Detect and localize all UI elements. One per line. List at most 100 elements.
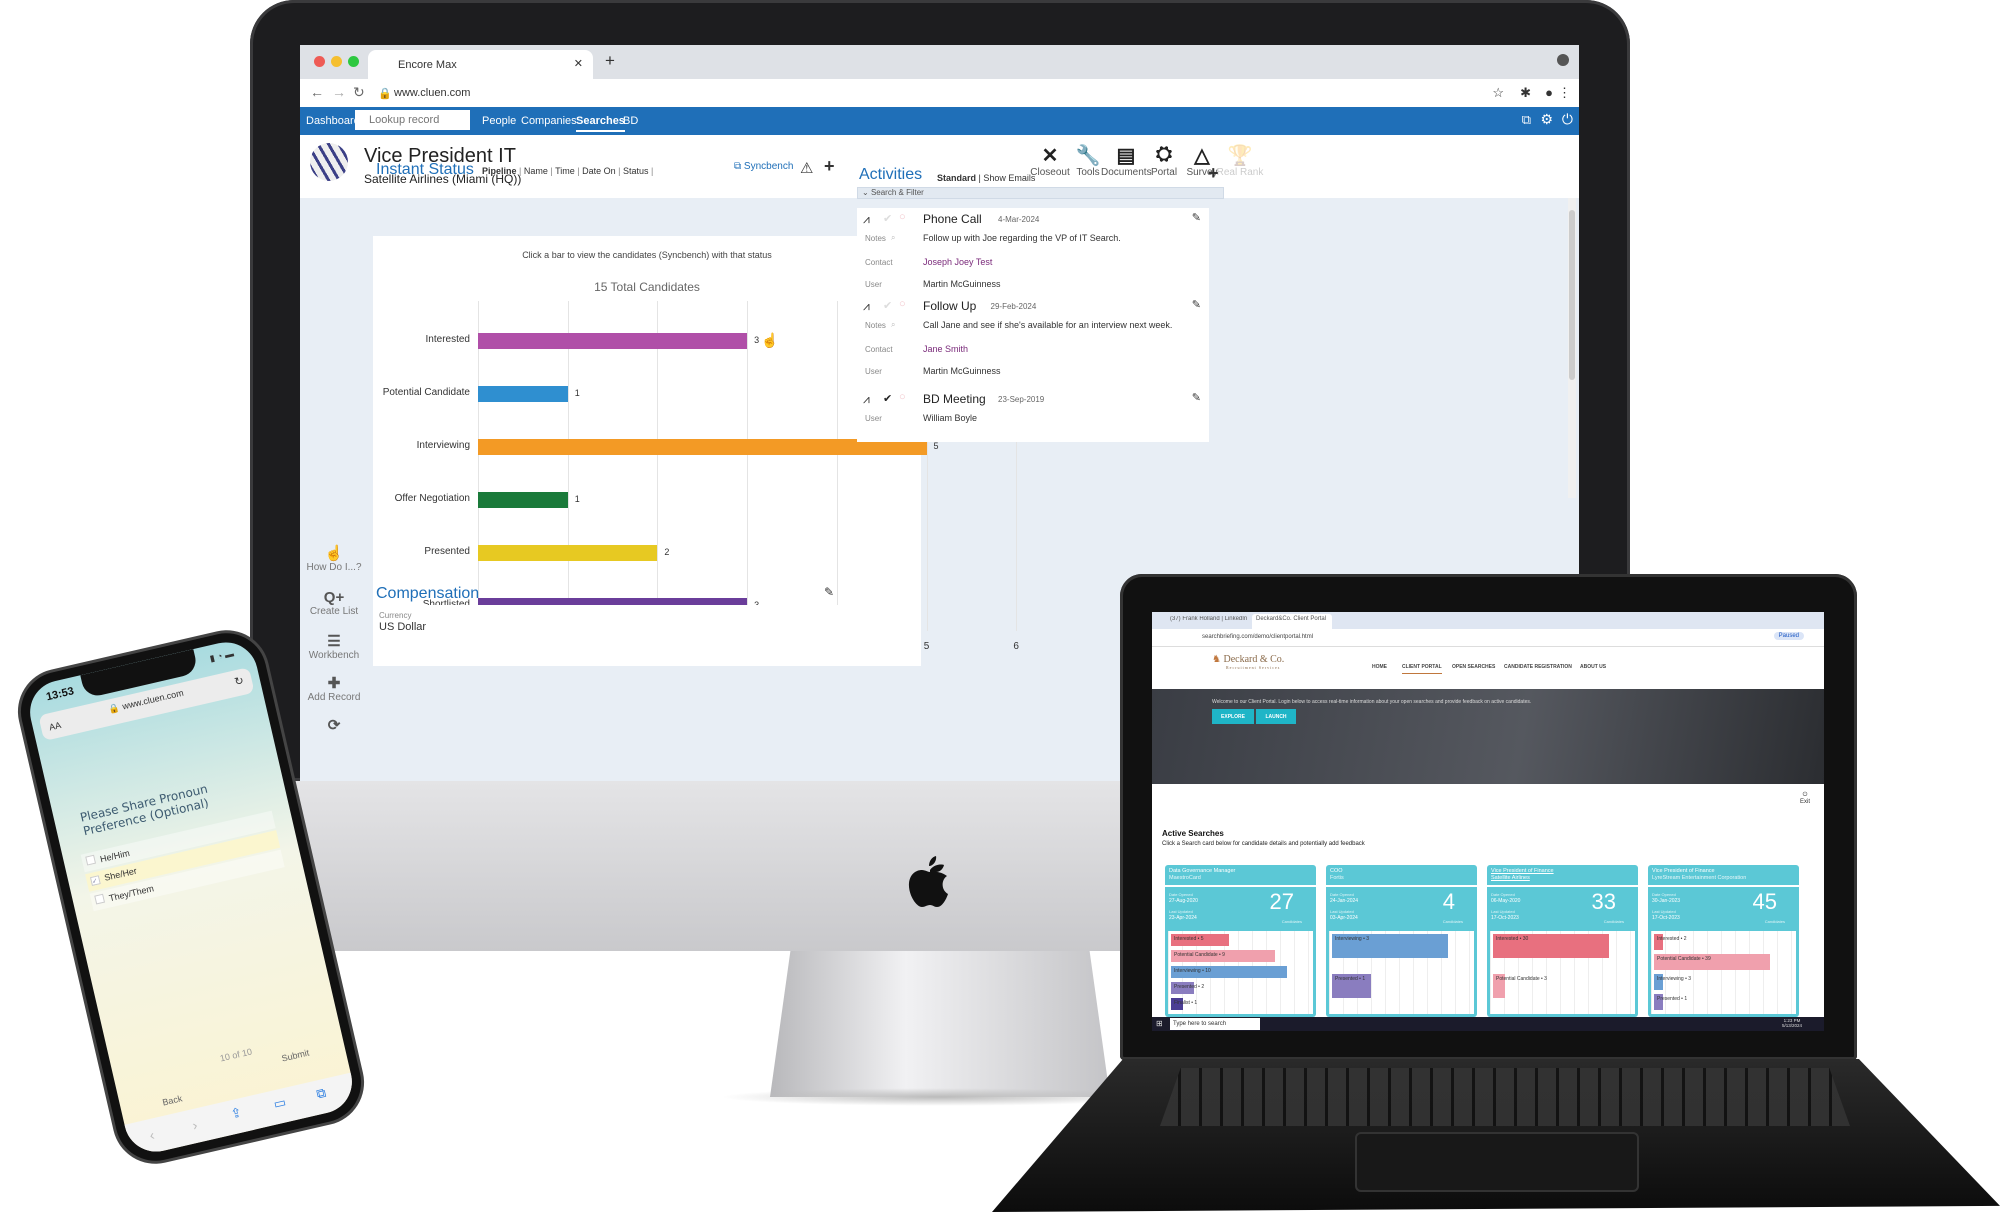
tabs-icon[interactable]: ⧉ xyxy=(315,1085,328,1103)
search-filter-toggle[interactable]: ⌄ Search & Filter xyxy=(857,187,1224,199)
menu-icon[interactable]: ⋮ xyxy=(1558,85,1571,101)
sidebar-item-create-list[interactable]: Q+ Create List xyxy=(304,589,364,617)
share-icon[interactable]: ⇪ xyxy=(229,1104,243,1122)
card-bar-interested[interactable]: Interested • 2 xyxy=(1654,934,1687,950)
explore-button[interactable]: EXPLORE xyxy=(1212,709,1254,724)
reader-aa-button[interactable]: AA xyxy=(48,720,62,732)
nav-people[interactable]: People xyxy=(482,115,516,127)
windows-start-icon[interactable]: ⊞ xyxy=(1156,1019,1163,1028)
notes-search-icon[interactable]: ⌕ xyxy=(891,233,895,243)
search-card[interactable]: Vice President of Finance Satellite Airli… xyxy=(1487,865,1638,1017)
phone-url[interactable]: www.cluen.com xyxy=(121,688,184,712)
tab-client-portal[interactable]: Deckard&Co. Client Portal xyxy=(1252,614,1332,629)
profile-icon[interactable] xyxy=(1557,54,1569,66)
card-bar-presented[interactable]: Presented • 2 xyxy=(1171,982,1204,994)
card-bar-interviewing[interactable]: Interviewing • 3 xyxy=(1654,974,1691,990)
menu-home[interactable]: HOME xyxy=(1372,664,1387,670)
close-tab-icon[interactable]: ✕ xyxy=(574,57,583,70)
card-header[interactable]: COO Fortis xyxy=(1326,865,1477,887)
edit-compensation-icon[interactable]: ✎ xyxy=(824,585,834,599)
card-bar-presented[interactable]: Presented • 1 xyxy=(1332,974,1371,998)
bar-potential-candidate[interactable] xyxy=(478,386,568,402)
add-activity-icon[interactable]: + xyxy=(1208,163,1219,184)
pronoun-checkbox[interactable]: ✓ xyxy=(89,875,101,886)
safari-back-icon[interactable]: ‹ xyxy=(148,1127,156,1144)
bookmark-star-icon[interactable]: ☆ xyxy=(1492,85,1504,101)
minimize-window-button[interactable] xyxy=(331,56,342,67)
nav-dashboard[interactable]: Dashboard xyxy=(306,115,360,127)
card-bar-presented[interactable]: Presented • 1 xyxy=(1654,994,1687,1010)
card-bar-interested[interactable]: Interested • 30 xyxy=(1493,934,1609,958)
close-window-button[interactable] xyxy=(314,56,325,67)
address-bar[interactable]: ← → ↻ 🔒 www.cluen.com ☆ ✱ ● ⋮ xyxy=(300,79,1579,107)
view-standard[interactable]: Standard xyxy=(937,173,976,183)
complete-check-icon[interactable]: ✔ xyxy=(883,212,892,225)
card-header[interactable]: Vice President of Finance LyreStream Ente… xyxy=(1648,865,1799,887)
card-header[interactable]: Data Governance Manager MaestroCard xyxy=(1165,865,1316,887)
sidebar-item-how-do-i-[interactable]: ☝ How Do I...? xyxy=(304,544,364,573)
settings-gear-icon[interactable]: ⚙ xyxy=(1540,111,1553,128)
external-link-icon[interactable]: ⧉ xyxy=(1522,112,1531,128)
activity-field-value[interactable]: Joseph Joey Test xyxy=(923,257,992,267)
profile-paused-badge[interactable]: Paused xyxy=(1773,632,1804,640)
status-circle-icon[interactable]: ○ xyxy=(899,391,906,403)
complete-check-icon[interactable]: ✔ xyxy=(883,392,892,405)
sidebar-item-refresh[interactable]: ⟳ xyxy=(304,716,364,734)
bar-presented[interactable] xyxy=(478,545,658,561)
search-card[interactable]: Data Governance Manager MaestroCard Date O… xyxy=(1165,865,1316,1017)
browser-tab[interactable]: Encore Max ✕ xyxy=(368,50,593,79)
tab-linkedin[interactable]: (37) Frank Holland | LinkedIn xyxy=(1170,616,1250,622)
laptop-address-bar[interactable]: searchbriefing.com/demo/clientportal.htm… xyxy=(1152,629,1824,647)
add-icon[interactable]: + xyxy=(824,156,835,177)
syncbench-button[interactable]: ⧉ Syncbench xyxy=(734,161,793,172)
bar-offer-negotiation[interactable] xyxy=(478,492,568,508)
phone-reload-icon[interactable]: ↻ xyxy=(233,674,245,689)
safari-forward-icon[interactable]: › xyxy=(191,1117,199,1134)
status-circle-icon[interactable]: ○ xyxy=(899,211,906,223)
account-icon[interactable]: ● xyxy=(1545,85,1553,100)
complete-check-icon[interactable]: ✔ xyxy=(883,299,892,312)
view-show-emails[interactable]: Show Emails xyxy=(983,173,1035,183)
search-card[interactable]: COO Fortis Date Opened 24-Jan-2024 Last Upda… xyxy=(1326,865,1477,1017)
nav-bd[interactable]: BD xyxy=(623,115,638,127)
search-card[interactable]: Vice President of Finance LyreStream Ente… xyxy=(1648,865,1799,1017)
status-circle-icon[interactable]: ○ xyxy=(899,298,906,310)
tab-date-on[interactable]: Date On xyxy=(582,166,616,176)
reload-icon[interactable]: ↻ xyxy=(353,84,365,101)
tab-pipeline[interactable]: Pipeline xyxy=(482,166,517,176)
activity-field-value[interactable]: Jane Smith xyxy=(923,344,968,354)
card-bar-potential-candidate[interactable]: Potential Candidate • 39 xyxy=(1654,954,1770,970)
scrollbar-thumb[interactable] xyxy=(1569,210,1575,380)
lookup-record-input[interactable] xyxy=(355,110,470,130)
pronoun-checkbox[interactable] xyxy=(85,854,97,866)
card-bar-interested[interactable]: Interested • 5 xyxy=(1171,934,1229,946)
tab-name[interactable]: Name xyxy=(524,166,548,176)
nav-searches[interactable]: Searches xyxy=(576,115,625,132)
menu-about-us[interactable]: ABOUT US xyxy=(1580,664,1606,670)
bookmarks-icon[interactable]: ▭ xyxy=(272,1094,288,1112)
menu-client-portal[interactable]: CLIENT PORTAL xyxy=(1402,664,1442,674)
back-button[interactable]: Back xyxy=(161,1093,183,1107)
forward-icon[interactable]: → xyxy=(332,84,346,100)
nav-companies[interactable]: Companies xyxy=(521,115,577,127)
brand-logo[interactable]: ♞ Deckard & Co. Recruitment Services xyxy=(1212,654,1284,670)
menu-open-searches[interactable]: OPEN SEARCHES xyxy=(1452,664,1495,670)
card-bar-finalist[interactable]: Finalist • 1 xyxy=(1171,998,1197,1010)
card-bar-interviewing[interactable]: Interviewing • 3 xyxy=(1332,934,1448,958)
card-header[interactable]: Vice President of Finance Satellite Airli… xyxy=(1487,865,1638,887)
exit-button[interactable]: ⏻ Exit xyxy=(1800,792,1810,805)
back-icon[interactable]: ← xyxy=(310,84,324,100)
sidebar-item-workbench[interactable]: ☰ Workbench xyxy=(304,632,364,661)
new-tab-button[interactable]: + xyxy=(605,51,615,71)
laptop-url[interactable]: searchbriefing.com/demo/clientportal.htm… xyxy=(1202,634,1313,640)
tab-status[interactable]: Status xyxy=(623,166,649,176)
maximize-window-button[interactable] xyxy=(348,56,359,67)
notes-search-icon[interactable]: ⌕ xyxy=(891,320,895,330)
submit-button[interactable]: Submit xyxy=(281,1048,311,1064)
edit-activity-icon[interactable]: ✎ xyxy=(1192,298,1201,311)
tab-time[interactable]: Time xyxy=(555,166,575,176)
card-company[interactable]: Satellite Airlines xyxy=(1491,875,1634,882)
menu-candidate-registration[interactable]: CANDIDATE REGISTRATION xyxy=(1504,664,1572,670)
extensions-icon[interactable]: ✱ xyxy=(1520,85,1531,101)
pronoun-checkbox[interactable] xyxy=(94,893,106,905)
